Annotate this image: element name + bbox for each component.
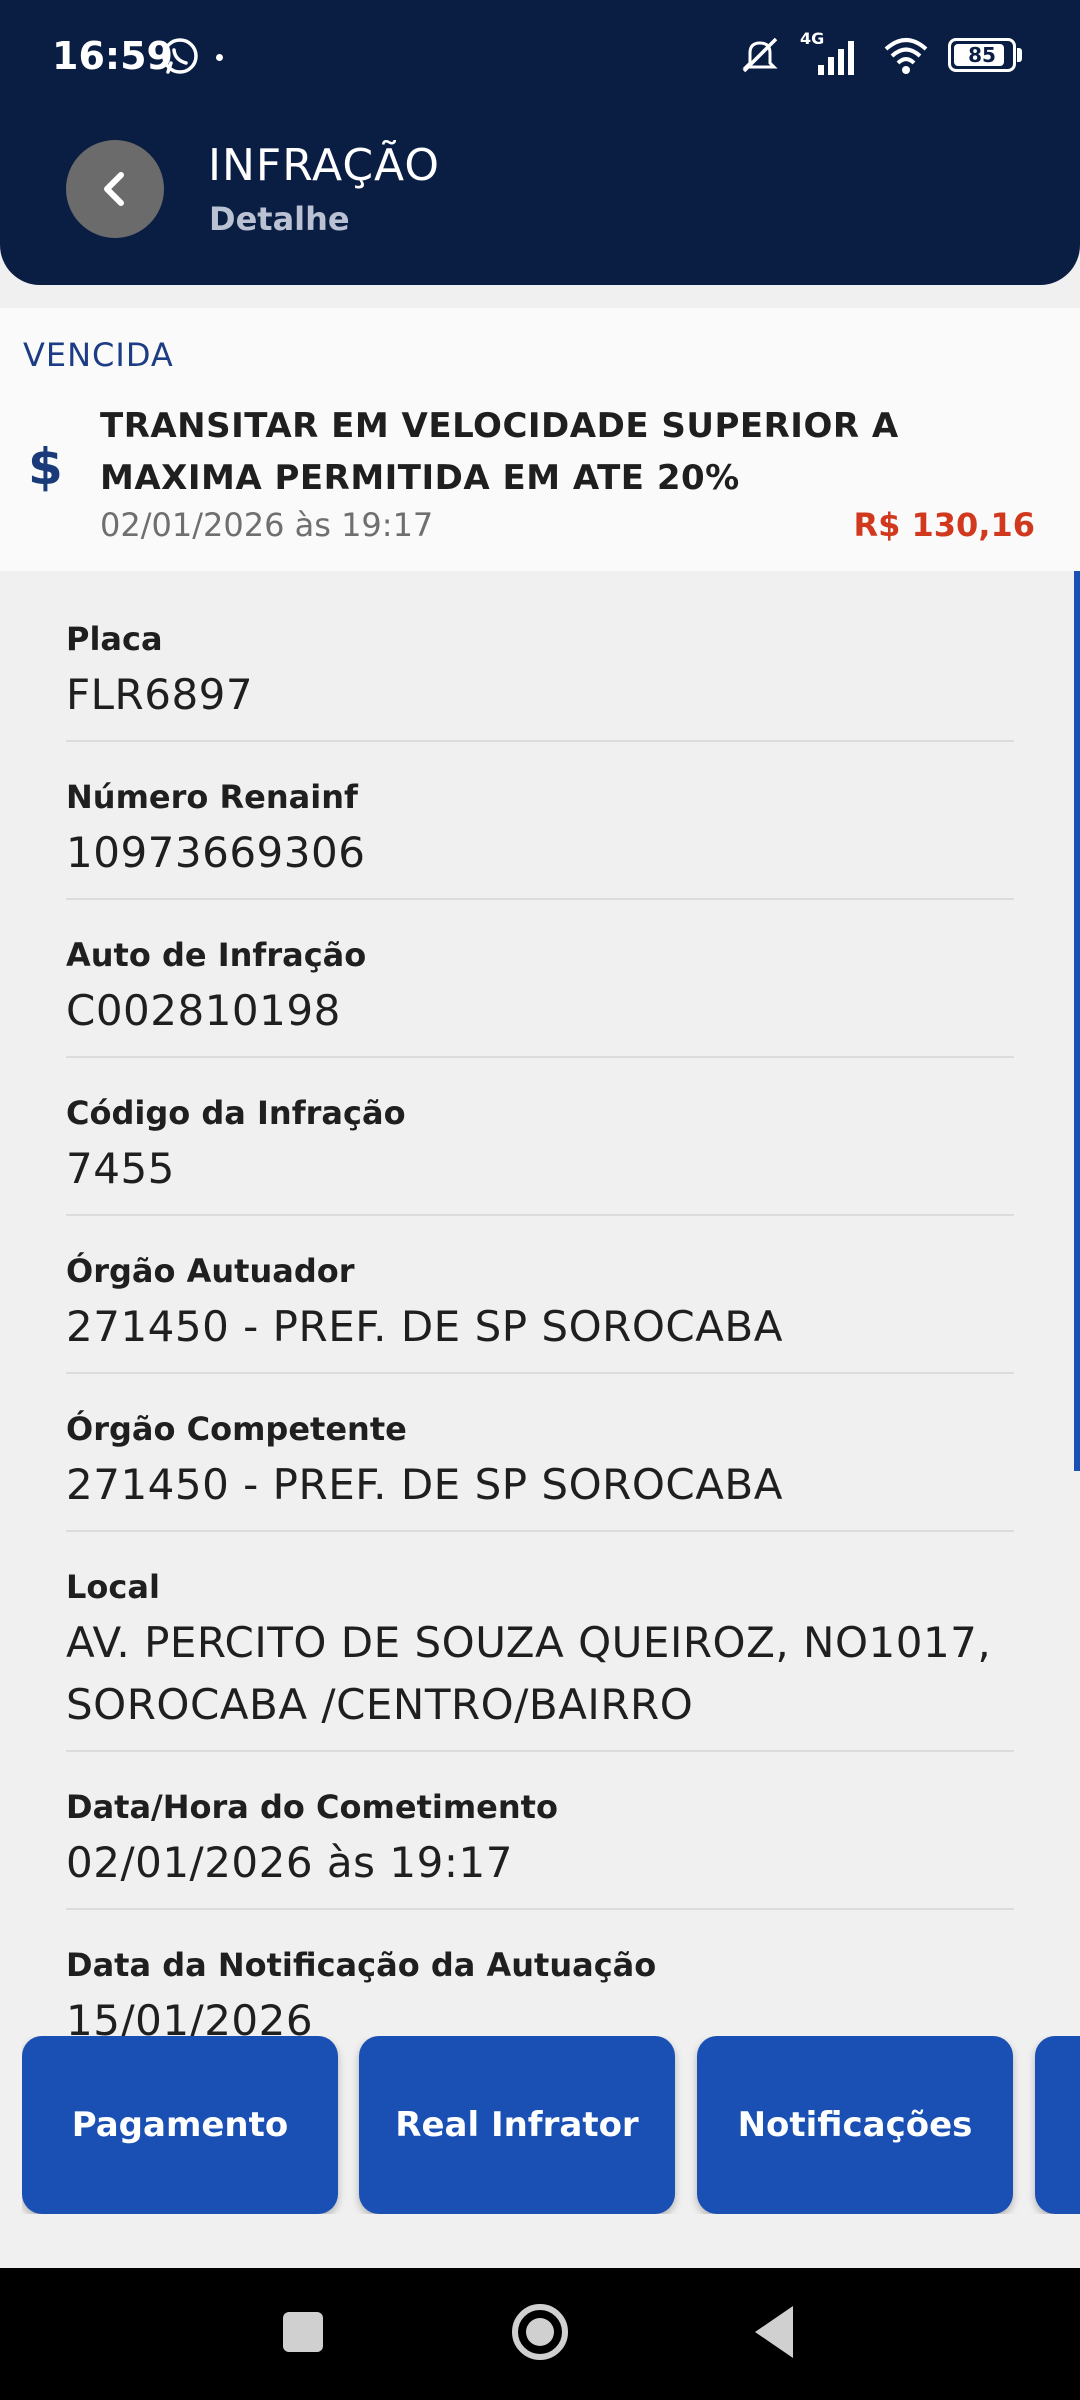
infraction-title: TRANSITAR EM VELOCIDADE SUPERIOR A MAXIM…	[100, 406, 899, 498]
field-local: Local AV. PERCITO DE SOUZA QUEIROZ, NO10…	[66, 1568, 1014, 1752]
real-infrator-button[interactable]: Real Infrator	[359, 2036, 675, 2214]
field-data-cometimento: Data/Hora do Cometimento 02/01/2026 às 1…	[66, 1788, 1014, 1910]
field-value: 7455	[66, 1144, 175, 1193]
page-title: INFRAÇÃO	[208, 140, 440, 191]
field-codigo-infracao: Código da Infração 7455	[66, 1094, 1014, 1216]
field-orgao-competente: Órgão Competente 271450 - PREF. DE SP SO…	[66, 1410, 1014, 1532]
action-bar: Pagamento Real Infrator Notificações	[22, 2036, 1080, 2214]
field-value: 271450 - PREF. DE SP SOROCABA	[66, 1460, 783, 1509]
battery-level: 85	[968, 43, 996, 67]
system-nav-bar	[0, 2268, 1080, 2400]
signal-icon: 4G	[800, 29, 864, 77]
mute-icon	[742, 37, 778, 73]
back-button[interactable]	[66, 140, 164, 238]
whatsapp-icon	[162, 38, 198, 74]
field-renainf: Número Renainf 10973669306	[66, 778, 1014, 900]
dollar-icon: $	[28, 438, 63, 496]
status-icons: 4G 85	[738, 29, 1022, 80]
field-value: AV. PERCITO DE SOUZA QUEIROZ, NO1017, SO…	[66, 1618, 992, 1729]
field-label: Código da Infração	[66, 1094, 406, 1132]
field-placa: Placa FLR6897	[66, 620, 1014, 742]
field-label: Data da Notificação da Autuação	[66, 1946, 657, 1984]
field-orgao-autuador: Órgão Autuador 271450 - PREF. DE SP SORO…	[66, 1252, 1014, 1374]
wifi-icon	[884, 38, 928, 74]
recents-icon[interactable]	[283, 2312, 323, 2352]
infraction-datetime: 02/01/2026 às 19:17	[100, 506, 434, 544]
status-bar: 16:59 4G 85	[0, 0, 1080, 115]
field-label: Órgão Competente	[66, 1410, 407, 1448]
field-value: FLR6897	[66, 670, 254, 719]
scrollbar[interactable]	[1074, 571, 1080, 1471]
pagamento-button[interactable]: Pagamento	[22, 2036, 338, 2214]
field-value: 02/01/2026 às 19:17	[66, 1838, 513, 1887]
field-label: Órgão Autuador	[66, 1252, 355, 1290]
infraction-amount: R$ 130,16	[853, 506, 1035, 544]
app-header: 16:59 4G 85 INFRAÇÃO Detalhe	[0, 0, 1080, 285]
status-badge: VENCIDA	[23, 336, 174, 374]
field-value: 271450 - PREF. DE SP SOROCABA	[66, 1302, 783, 1351]
nav-back-icon[interactable]	[755, 2306, 793, 2358]
notification-dot	[216, 54, 223, 61]
home-icon[interactable]	[512, 2304, 568, 2360]
page-subtitle: Detalhe	[209, 200, 350, 238]
field-auto-infracao: Auto de Infração C002810198	[66, 936, 1014, 1058]
details-list: Placa FLR6897 Número Renainf 10973669306…	[66, 620, 1014, 2102]
field-value: C002810198	[66, 986, 341, 1035]
battery-icon: 85	[948, 38, 1022, 72]
field-label: Placa	[66, 620, 163, 658]
field-label: Data/Hora do Cometimento	[66, 1788, 558, 1826]
field-value: 10973669306	[66, 828, 366, 877]
field-label: Local	[66, 1568, 160, 1606]
notificacoes-button[interactable]: Notificações	[697, 2036, 1013, 2214]
infraction-summary: VENCIDA $ TRANSITAR EM VELOCIDADE SUPERI…	[0, 308, 1080, 571]
field-label: Número Renainf	[66, 778, 358, 816]
more-action-button[interactable]	[1035, 2036, 1080, 2214]
status-time: 16:59	[52, 34, 173, 78]
back-arrow-icon	[104, 172, 124, 206]
field-label: Auto de Infração	[66, 936, 367, 974]
